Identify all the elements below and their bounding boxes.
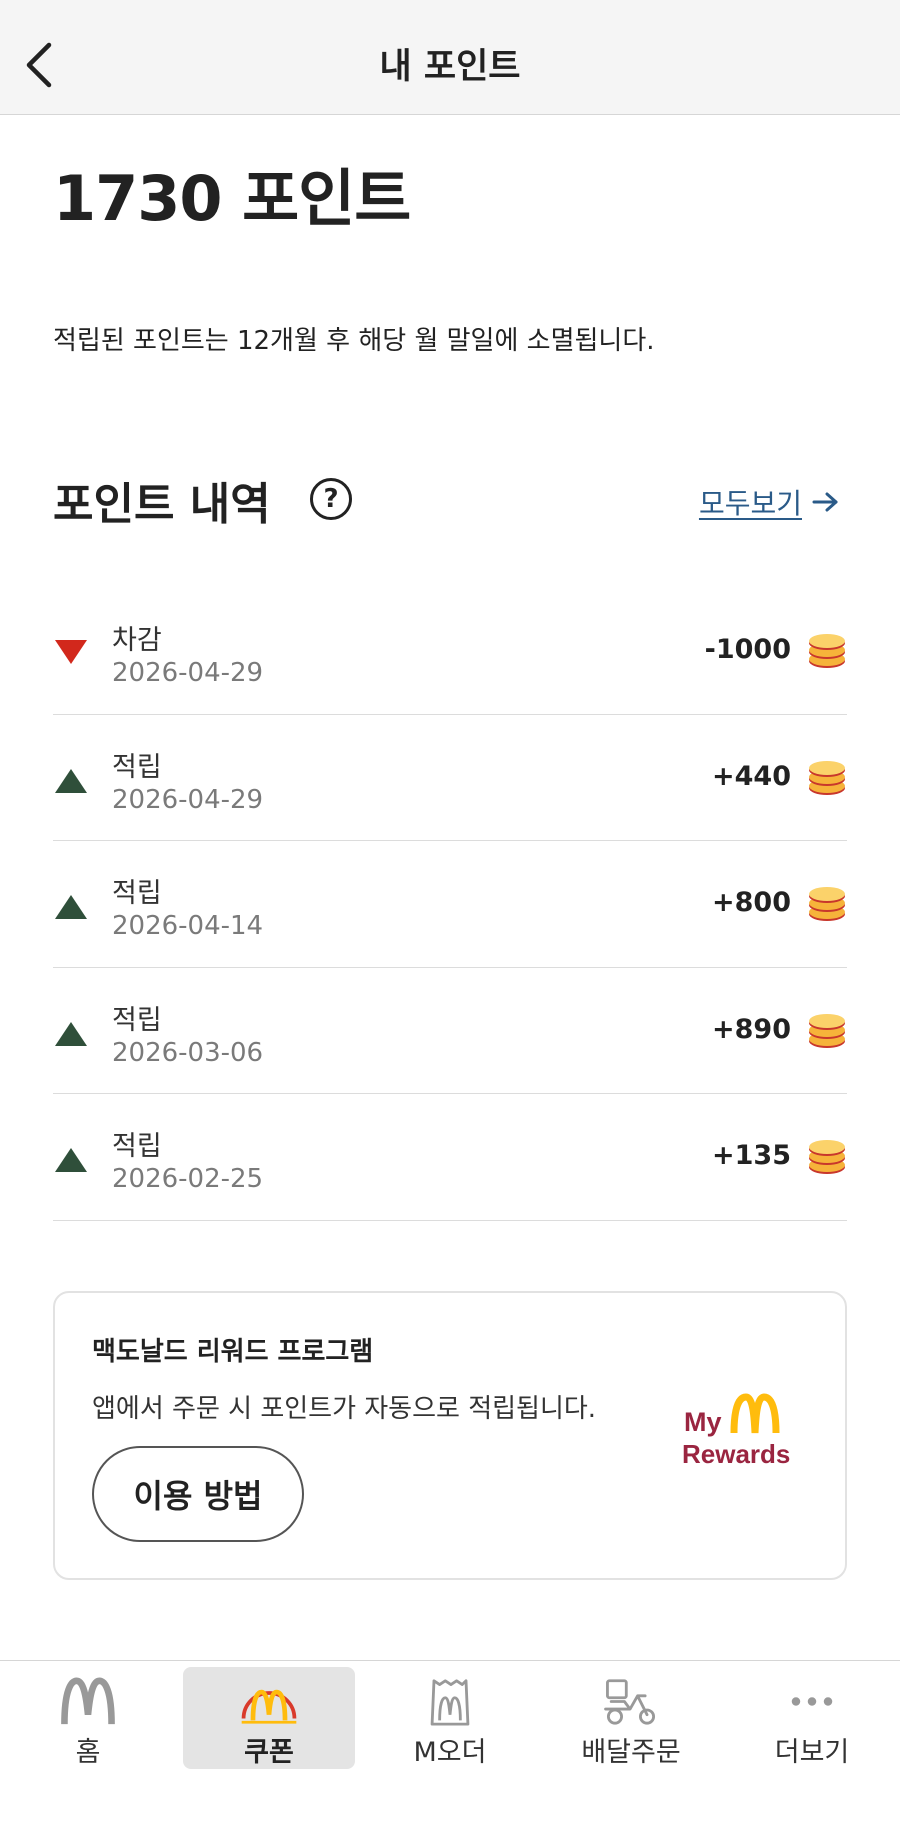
history-date: 2026-04-14 bbox=[112, 911, 264, 941]
history-amount: +800 bbox=[712, 887, 791, 918]
history-date: 2026-03-06 bbox=[112, 1037, 264, 1068]
page-title: 내 포인트 bbox=[379, 47, 521, 87]
coin-stack-icon bbox=[809, 887, 845, 921]
history-type: 적립 bbox=[112, 1131, 162, 1162]
tab-label: 더보기 bbox=[774, 1737, 850, 1768]
my-rewards-logo: My Rewards bbox=[682, 1393, 790, 1469]
arrow-right-icon bbox=[812, 492, 838, 512]
history-date: 2026-04-29 bbox=[112, 784, 264, 815]
history-date: 2026-02-25 bbox=[112, 1164, 264, 1194]
app-header: 내 포인트 bbox=[0, 0, 900, 115]
increase-arrow-icon bbox=[55, 1148, 87, 1172]
tab-label: 배달주문 bbox=[581, 1737, 681, 1768]
points-total: 1730 포인트 bbox=[53, 162, 411, 235]
coin-stack-icon bbox=[809, 634, 845, 668]
rewards-card-description: 앱에서 주문 시 포인트가 자동으로 적립됩니다. bbox=[92, 1394, 597, 1424]
decrease-arrow-icon bbox=[55, 640, 87, 664]
tab-label: 쿠폰 bbox=[244, 1737, 294, 1768]
rewards-program-card: 맥도날드 리워드 프로그램 앱에서 주문 시 포인트가 자동으로 적립됩니다. … bbox=[53, 1291, 847, 1580]
history-amount: +135 bbox=[712, 1140, 791, 1171]
increase-arrow-icon bbox=[55, 1021, 87, 1046]
coin-stack-icon bbox=[809, 1013, 845, 1048]
coin-stack-icon bbox=[809, 1140, 845, 1174]
coin-stack-icon bbox=[809, 760, 845, 795]
tab-m-order[interactable]: M오더 bbox=[364, 1667, 536, 1769]
increase-arrow-icon bbox=[55, 768, 87, 793]
tab-label: M오더 bbox=[413, 1737, 487, 1768]
view-all-link[interactable]: 모두보기 bbox=[699, 482, 840, 522]
tab-delivery[interactable]: 배달주문 bbox=[545, 1667, 717, 1769]
question-mark-icon: ? bbox=[323, 484, 339, 514]
rewards-card-title: 맥도날드 리워드 프로그램 bbox=[92, 1337, 374, 1367]
history-row: 차감 2026-04-29 -1000 bbox=[53, 588, 847, 715]
tab-coupon[interactable]: 쿠폰 bbox=[183, 1667, 355, 1769]
history-row: 적립 2026-04-14 +800 bbox=[53, 841, 847, 968]
more-dots-icon bbox=[791, 1697, 833, 1706]
history-type: 차감 bbox=[112, 625, 162, 656]
bottom-tab-bar: 홈 쿠폰 M오더 배달주문 더보기 bbox=[0, 1660, 900, 1846]
history-amount: +440 bbox=[712, 760, 791, 792]
tab-label: 홈 bbox=[75, 1737, 101, 1768]
rewards-logo-my: My bbox=[684, 1407, 722, 1437]
history-type: 적립 bbox=[112, 751, 162, 783]
history-row: 적립 2026-02-25 +135 bbox=[53, 1094, 847, 1221]
help-button[interactable]: ? bbox=[310, 478, 352, 520]
history-amount: +890 bbox=[712, 1013, 791, 1045]
rewards-logo-rewards: Rewards bbox=[682, 1439, 790, 1469]
history-row: 적립 2026-03-06 +890 bbox=[53, 968, 847, 1094]
history-date: 2026-04-29 bbox=[112, 658, 264, 688]
coupon-arches-icon bbox=[241, 1689, 297, 1724]
increase-arrow-icon bbox=[55, 895, 87, 919]
m-order-bag-icon bbox=[430, 1679, 470, 1726]
tab-home[interactable]: 홈 bbox=[2, 1667, 174, 1769]
history-type: 적립 bbox=[112, 1004, 162, 1036]
how-to-use-button[interactable]: 이용 방법 bbox=[92, 1446, 304, 1542]
view-all-label: 모두보기 bbox=[698, 487, 802, 520]
tab-more[interactable]: 더보기 bbox=[726, 1667, 898, 1769]
history-section-title: 포인트 내역 bbox=[53, 479, 271, 530]
golden-arches-icon bbox=[61, 1677, 115, 1725]
points-history-list: 차감 2026-04-29 -1000 적립 2026-04-29 +440 적… bbox=[53, 588, 847, 1221]
points-expiry-note: 적립된 포인트는 12개월 후 해당 월 말일에 소멸됩니다. bbox=[53, 326, 655, 356]
history-row: 적립 2026-04-29 +440 bbox=[53, 715, 847, 841]
history-type: 적립 bbox=[112, 878, 162, 909]
history-amount: -1000 bbox=[704, 634, 791, 665]
delivery-scooter-icon bbox=[604, 1679, 656, 1725]
